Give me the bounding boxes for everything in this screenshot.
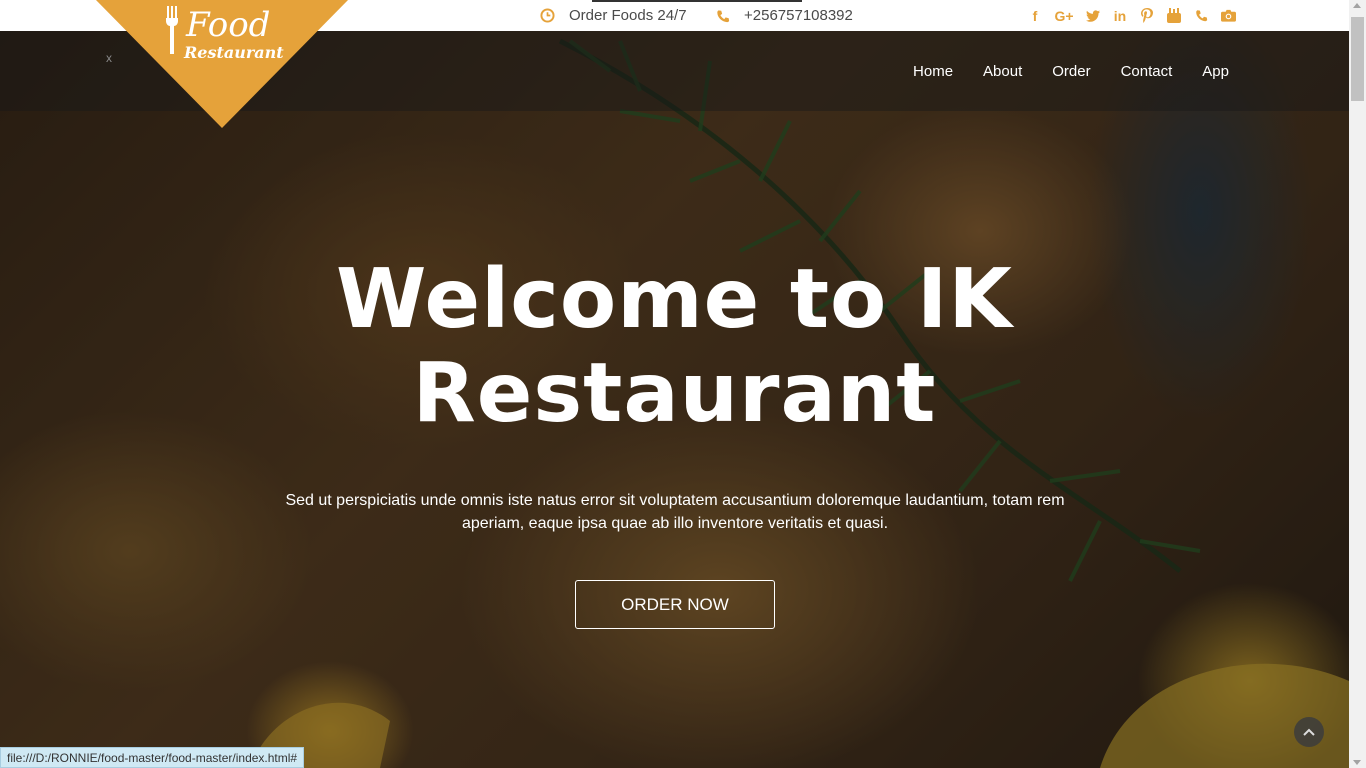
pinterest-icon[interactable] <box>1139 8 1155 24</box>
nav-order[interactable]: Order <box>1037 63 1105 80</box>
hero-headline: Welcome to IK Restaurant <box>0 253 1349 441</box>
nav-home[interactable]: Home <box>898 63 968 80</box>
scrollbar-thumb[interactable] <box>1351 17 1364 101</box>
hours-text: Order Foods 24/7 <box>569 7 687 24</box>
hero-section: x Home About Order Contact App Welcome t… <box>0 31 1349 768</box>
vertical-scrollbar[interactable] <box>1349 0 1366 768</box>
facebook-icon[interactable]: f <box>1027 8 1043 24</box>
phone-text: +256757108392 <box>744 7 853 24</box>
status-bar-url: file:///D:/RONNIE/food-master/food-maste… <box>0 747 305 768</box>
logo-title: Food <box>185 5 270 45</box>
twitter-icon[interactable] <box>1085 8 1101 24</box>
phone-icon <box>716 9 730 23</box>
scroll-up-arrow[interactable] <box>1353 3 1361 8</box>
main-nav: Home About Order Contact App <box>898 31 1244 111</box>
youtube-icon[interactable] <box>1166 8 1182 24</box>
back-to-top-button[interactable] <box>1294 717 1324 747</box>
hero-headline-line1: Welcome to IK <box>336 252 1013 347</box>
phone-info: +256757108392 <box>716 0 853 31</box>
nav-contact[interactable]: Contact <box>1106 63 1188 80</box>
nav-about[interactable]: About <box>968 63 1037 80</box>
order-now-button[interactable]: ORDER NOW <box>575 580 775 629</box>
chevron-up-icon <box>1303 728 1315 736</box>
linkedin-icon[interactable]: in <box>1112 8 1128 24</box>
hours-info: Order Foods 24/7 <box>540 0 687 31</box>
nav-app[interactable]: App <box>1187 63 1244 80</box>
scroll-down-arrow[interactable] <box>1353 760 1361 765</box>
camera-icon[interactable] <box>1220 8 1236 24</box>
hero-headline-line2: Restaurant <box>412 346 937 441</box>
hero-lead-text: Sed ut perspiciatis unde omnis iste natu… <box>285 492 1065 532</box>
social-links: f G+ in <box>1027 0 1236 31</box>
logo-subtitle: Restaurant <box>183 43 284 62</box>
phone-icon[interactable] <box>1193 8 1209 24</box>
logo[interactable]: Food Restaurant <box>94 0 350 128</box>
google-plus-icon[interactable]: G+ <box>1054 8 1074 24</box>
clock-icon <box>540 8 555 23</box>
